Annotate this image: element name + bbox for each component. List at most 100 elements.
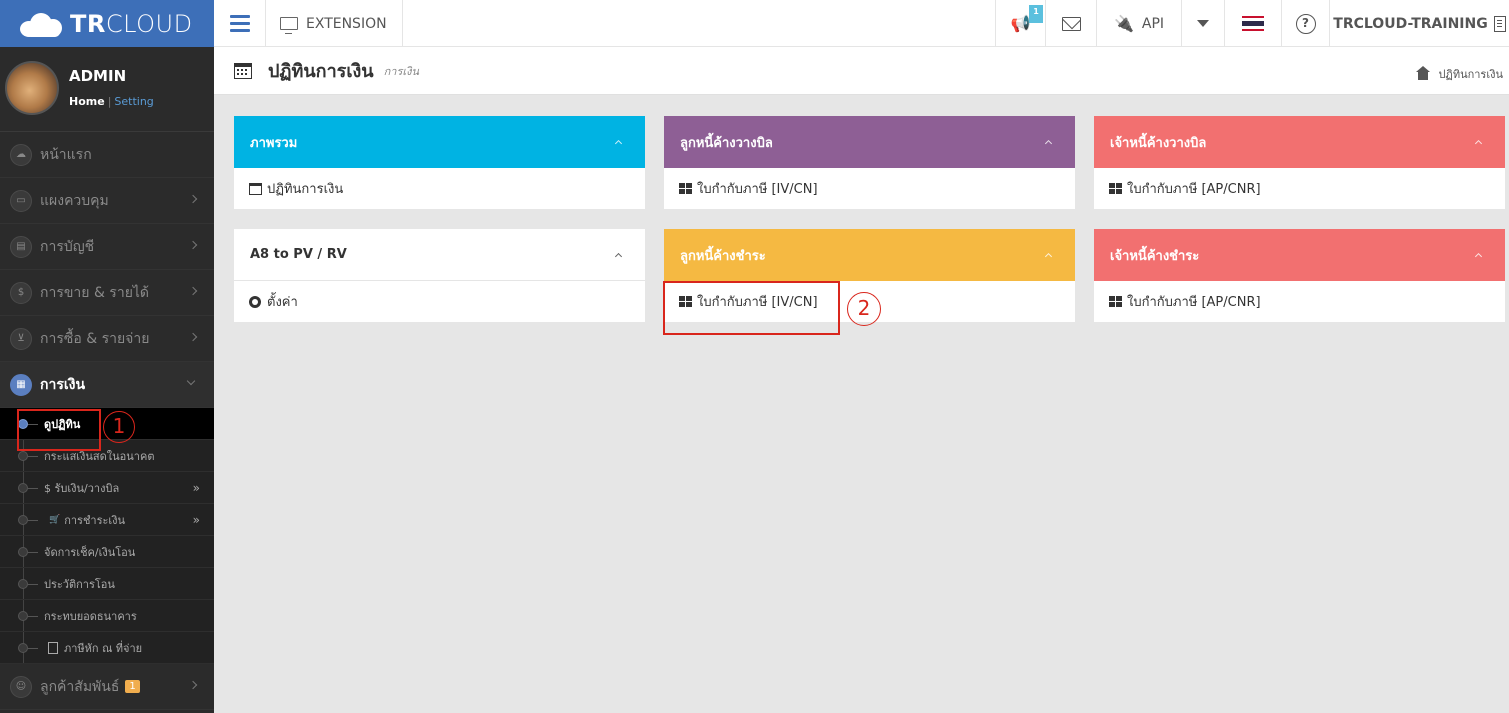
- panel-header[interactable]: เจ้าหนี้ค้างชำระ: [1094, 229, 1505, 281]
- setting-link[interactable]: Setting: [114, 95, 153, 108]
- submenu-withholding-tax[interactable]: ภาษีหัก ณ ที่จ่าย: [0, 632, 214, 664]
- panel-a8-pv-rv: A8 to PV / RV ตั้งค่า: [234, 229, 645, 322]
- panel-link-ap-invoice[interactable]: ใบกำกับภาษี [AP/CNR]: [1094, 168, 1505, 209]
- submenu-transfer-history[interactable]: ประวัติการโอน: [0, 568, 214, 600]
- monitor-icon: [280, 17, 298, 34]
- help-icon: ?: [1295, 13, 1316, 34]
- calendar-icon: ▦: [10, 373, 32, 396]
- panel-link-settings[interactable]: ตั้งค่า: [234, 281, 645, 322]
- chevron-right-icon: [188, 286, 198, 296]
- breadcrumb-current: ปฏิทินการเงิน: [1438, 68, 1503, 81]
- bullet-icon: [18, 451, 28, 461]
- sidebar-item-dashboard[interactable]: ▭ แผงควบคุม: [0, 178, 214, 224]
- dollar-icon: $: [10, 281, 32, 304]
- company-switcher[interactable]: TRCLOUD-TRAINING: [1329, 0, 1509, 47]
- bullet-icon: [18, 515, 28, 525]
- gear-icon: [249, 295, 261, 308]
- bullet-icon: [18, 483, 28, 493]
- language-selector[interactable]: [1224, 0, 1281, 47]
- bullet-icon: [18, 547, 28, 557]
- dropdown-toggle[interactable]: [1181, 0, 1224, 47]
- chevron-up-icon[interactable]: [614, 139, 623, 148]
- home-icon[interactable]: [1416, 65, 1431, 80]
- company-name: TRCLOUD-TRAINING: [1333, 15, 1488, 32]
- panel-link-tax-invoice[interactable]: ใบกำกับภาษี [IV/CN]: [664, 168, 1075, 209]
- monitor-icon: ▭: [10, 189, 32, 212]
- panel-overview: ภาพรวม ปฏิทินการเงิน: [234, 116, 645, 209]
- document-icon: [1493, 15, 1506, 32]
- users-icon: ☺: [10, 675, 32, 698]
- panel-ap-unbilled: เจ้าหนี้ค้างวางบิล ใบกำกับภาษี [AP/CNR]: [1094, 116, 1505, 209]
- grid-icon: [1109, 183, 1122, 194]
- sidebar-item-accounting[interactable]: ▤ การบัญชี: [0, 224, 214, 270]
- messages-button[interactable]: [1045, 0, 1096, 47]
- file-word-icon: [48, 641, 58, 654]
- annotation-number-1: 1: [103, 411, 135, 443]
- chevron-up-icon[interactable]: [1044, 252, 1053, 261]
- content-header: ปฏิทินการเงิน การเงิน ปฏิทินการเงิน: [214, 47, 1509, 95]
- panel-header[interactable]: ลูกหนี้ค้างชำระ: [664, 229, 1075, 281]
- calendar-icon: [249, 182, 262, 195]
- bullet-icon: [18, 611, 28, 621]
- megaphone-icon: 📢: [1010, 14, 1031, 33]
- top-navbar: TRCLOUD EXTENSION 📢 1 🔌 API ? TRCLOUD-TR…: [0, 0, 1509, 47]
- notification-badge: 1: [1029, 5, 1043, 23]
- chevron-right-icon: [188, 240, 198, 250]
- double-chevron-right-icon: »: [192, 513, 200, 527]
- panel-header[interactable]: ลูกหนี้ค้างวางบิล: [664, 116, 1075, 168]
- help-button[interactable]: ?: [1281, 0, 1329, 47]
- trcloud-logo[interactable]: TRCLOUD: [0, 0, 214, 47]
- panel-link-ap-invoice-overdue[interactable]: ใบกำกับภาษี [AP/CNR]: [1094, 281, 1505, 322]
- panel-header[interactable]: เจ้าหนี้ค้างวางบิล: [1094, 116, 1505, 168]
- caret-down-icon: [1197, 20, 1209, 27]
- extension-label: EXTENSION: [306, 15, 387, 32]
- double-chevron-right-icon: »: [192, 481, 200, 495]
- annotation-box-2: [663, 281, 840, 335]
- extension-button[interactable]: EXTENSION: [266, 0, 403, 47]
- hamburger-menu-button[interactable]: [214, 0, 266, 47]
- chevron-up-icon[interactable]: [1474, 252, 1483, 261]
- page-title: ปฏิทินการเงิน: [268, 61, 374, 82]
- annotation-box-1: [17, 409, 101, 451]
- panel-ap-overdue: เจ้าหนี้ค้างชำระ ใบกำกับภาษี [AP/CNR]: [1094, 229, 1505, 322]
- thai-flag-icon: [1242, 16, 1264, 31]
- user-name: ADMIN: [69, 67, 127, 85]
- page-subtitle: การเงิน: [383, 64, 420, 78]
- book-icon: ▤: [10, 235, 32, 258]
- submenu-payments[interactable]: 🛒 การชำระเงิน »: [0, 504, 214, 536]
- home-link[interactable]: Home: [69, 95, 105, 108]
- chevron-right-icon: [188, 332, 198, 342]
- chevron-up-icon[interactable]: [1044, 139, 1053, 148]
- chevron-right-icon: [188, 194, 198, 204]
- panel-ar-unbilled: ลูกหนี้ค้างวางบิล ใบกำกับภาษี [IV/CN]: [664, 116, 1075, 209]
- submenu-receive-payment[interactable]: $ รับเงิน/วางบิล »: [0, 472, 214, 504]
- sidebar-item-crm[interactable]: ☺ ลูกค้าสัมพันธ์ 1: [0, 664, 214, 710]
- panel-header[interactable]: A8 to PV / RV: [234, 229, 645, 281]
- cloud-icon: ☁: [10, 143, 32, 166]
- chevron-down-icon: [186, 376, 196, 386]
- panel-link-calendar[interactable]: ปฏิทินการเงิน: [234, 168, 645, 209]
- submenu-bank-reconcile[interactable]: กระทบยอดธนาคาร: [0, 600, 214, 632]
- avatar[interactable]: [5, 61, 59, 115]
- sidebar-item-home[interactable]: ☁ หน้าแรก: [0, 132, 214, 178]
- cart-icon: ⊻: [10, 327, 32, 350]
- chevron-up-icon[interactable]: [1474, 139, 1483, 148]
- chevron-up-icon[interactable]: [614, 252, 623, 261]
- api-button[interactable]: 🔌 API: [1096, 0, 1181, 47]
- profile-links: Home | Setting: [69, 95, 154, 108]
- sidebar-item-sales[interactable]: $ การขาย & รายได้: [0, 270, 214, 316]
- crm-badge: 1: [125, 680, 140, 693]
- breadcrumb: ปฏิทินการเงิน: [1416, 65, 1503, 83]
- chevron-right-icon: [188, 680, 198, 690]
- submenu-cheque-transfer[interactable]: จัดการเช็ค/เงินโอน: [0, 536, 214, 568]
- panel-header[interactable]: ภาพรวม: [234, 116, 645, 168]
- bullet-icon: [18, 643, 28, 653]
- envelope-icon: [1061, 16, 1081, 31]
- logo-text: TRCLOUD: [70, 9, 193, 38]
- grid-icon: [679, 183, 692, 194]
- calendar-icon: [234, 62, 252, 79]
- sidebar-item-purchases[interactable]: ⊻ การซื้อ & รายจ่าย: [0, 316, 214, 362]
- cloud-logo-icon: [20, 11, 64, 37]
- sidebar-item-finance[interactable]: ▦ การเงิน: [0, 362, 214, 408]
- api-label: API: [1141, 15, 1165, 32]
